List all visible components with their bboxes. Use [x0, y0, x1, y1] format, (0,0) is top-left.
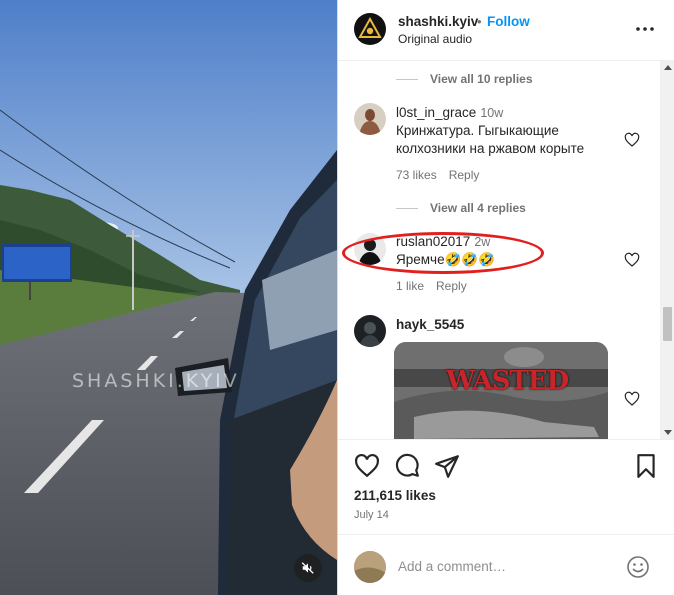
- avatar-photo: [354, 551, 386, 583]
- comment-composer: Add a comment…: [338, 534, 674, 595]
- more-options-icon[interactable]: [634, 19, 656, 39]
- view-replies-button[interactable]: View all 10 replies: [396, 72, 533, 86]
- heart-icon[interactable]: [624, 391, 640, 407]
- likes-count[interactable]: 211,615 likes: [354, 488, 436, 503]
- commenter-avatar[interactable]: [354, 233, 386, 265]
- commenter-avatar[interactable]: [354, 315, 386, 347]
- comment-likes-count[interactable]: 73 likes: [396, 168, 437, 182]
- like-heart-icon[interactable]: [354, 453, 380, 479]
- comment-bubble-icon[interactable]: [394, 453, 420, 479]
- post-date[interactable]: July 14: [354, 509, 389, 521]
- comment-meta: 1 like Reply: [396, 279, 479, 293]
- speaker-muted-icon: [301, 562, 314, 574]
- scroll-up-arrow[interactable]: [664, 65, 672, 70]
- comment-time[interactable]: 10w: [480, 106, 503, 120]
- heart-icon[interactable]: [624, 132, 640, 148]
- commenter-username[interactable]: ruslan02017: [396, 234, 470, 249]
- heart-icon[interactable]: [624, 252, 640, 268]
- author-username[interactable]: shashki.kyiv: [398, 14, 478, 29]
- emoji-smiley-icon[interactable]: [626, 555, 650, 579]
- view-replies-label: View all 10 replies: [430, 72, 533, 86]
- comment-text: Кринжатура. Гыгыкающие колхозники на ржа…: [396, 123, 585, 156]
- comments-list[interactable]: View all 10 replies l0st_in_grace 10w Кри…: [338, 61, 660, 439]
- commenter-username[interactable]: l0st_in_grace: [396, 105, 476, 120]
- post-actions: 211,615 likes July 14: [338, 439, 674, 534]
- video-watermark: SHASHKI.KYIV: [72, 370, 240, 392]
- post-side-panel: shashki.kyiv • Follow Original audio Vie…: [337, 0, 674, 595]
- author-avatar[interactable]: [354, 13, 386, 45]
- reply-button[interactable]: Reply: [449, 168, 480, 182]
- avatar-photo: [354, 103, 386, 135]
- commenter-username[interactable]: hayk_5545: [396, 317, 464, 332]
- scroll-down-arrow[interactable]: [664, 430, 672, 435]
- audio-label[interactable]: Original audio: [398, 32, 472, 46]
- comment-meta: 73 likes Reply: [396, 168, 491, 182]
- comment-header: hayk_5545: [396, 317, 464, 332]
- scrollbar-thumb[interactable]: [663, 307, 672, 341]
- follow-button[interactable]: Follow: [487, 14, 530, 29]
- wasted-caption: WASTED: [446, 366, 569, 396]
- view-replies-button[interactable]: View all 4 replies: [396, 201, 526, 215]
- separator-dot: •: [477, 14, 482, 29]
- post-header: shashki.kyiv • Follow Original audio: [338, 0, 674, 61]
- avatar-photo: [354, 315, 386, 347]
- mute-button[interactable]: [294, 554, 322, 582]
- comment-input[interactable]: Add a comment…: [398, 559, 608, 574]
- shashki-logo-icon: [358, 17, 382, 38]
- comments-scrollbar[interactable]: [660, 61, 674, 439]
- replies-divider: [396, 78, 418, 80]
- comment-header: l0st_in_grace 10w: [396, 105, 503, 120]
- road-scene-image: [0, 0, 337, 595]
- save-bookmark-icon[interactable]: [633, 453, 659, 479]
- comment-time[interactable]: 2w: [474, 235, 490, 249]
- comment-image[interactable]: WASTED: [394, 342, 608, 439]
- current-user-avatar: [354, 551, 386, 583]
- comment-header: ruslan02017 2w: [396, 234, 490, 249]
- avatar-photo: [354, 233, 386, 265]
- reply-button[interactable]: Reply: [436, 279, 467, 293]
- instagram-post-modal: SHASHKI.KYIV shashki.kyiv • Follow Origi…: [0, 0, 674, 595]
- share-paper-plane-icon[interactable]: [434, 453, 460, 479]
- view-replies-label: View all 4 replies: [430, 201, 526, 215]
- comment-text: Яремче🤣🤣🤣: [396, 252, 496, 267]
- commenter-avatar[interactable]: [354, 103, 386, 135]
- comment-likes-count[interactable]: 1 like: [396, 279, 424, 293]
- reel-video[interactable]: SHASHKI.KYIV: [0, 0, 337, 595]
- replies-divider: [396, 207, 418, 209]
